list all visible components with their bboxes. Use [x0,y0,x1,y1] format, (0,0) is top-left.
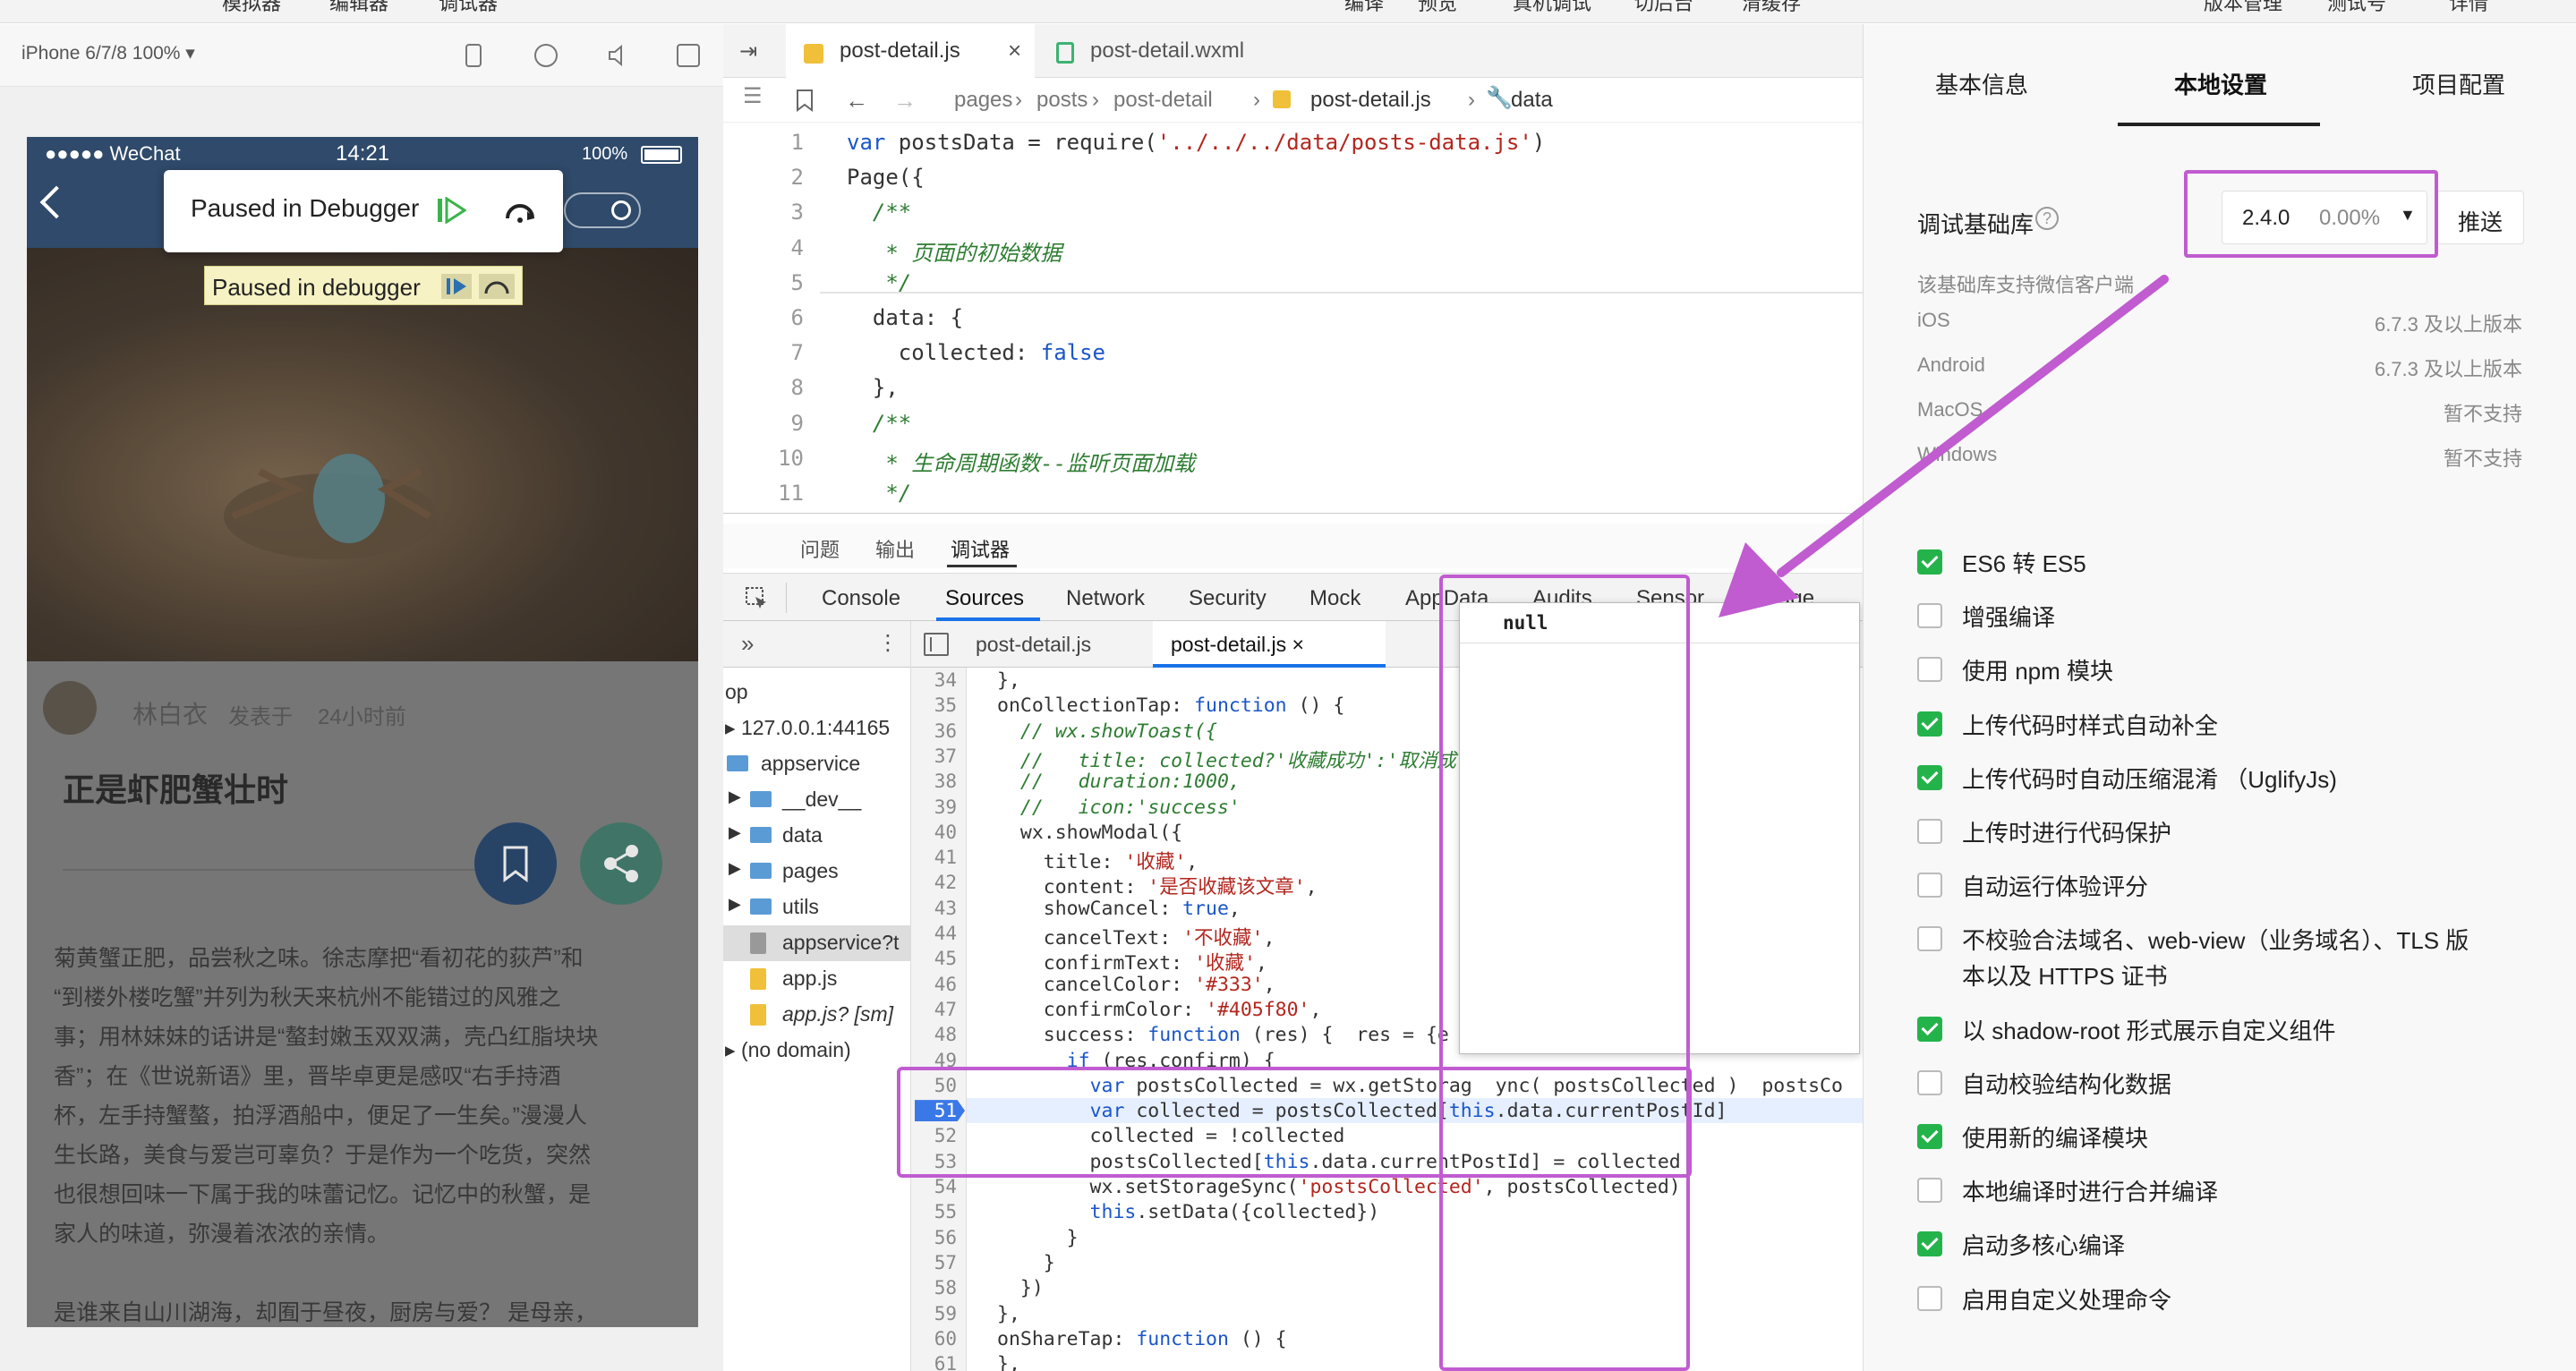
app-window: { "menu":{"items":["模拟器","编辑器","调试器","编译… [0,0,2576,1371]
annotation-arrow [1719,275,2169,617]
